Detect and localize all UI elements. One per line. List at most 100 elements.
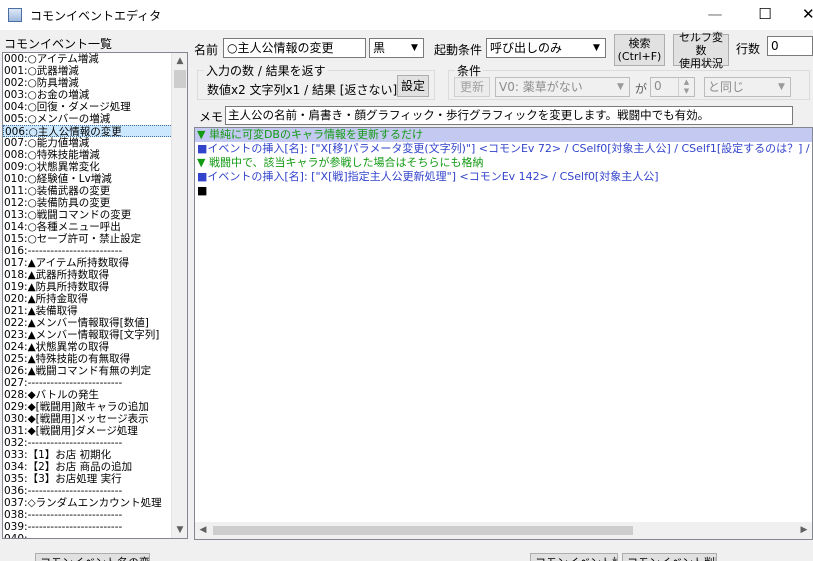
event-list-item[interactable]: 025:▲特殊技能の有無取得 — [3, 353, 173, 365]
event-list-item[interactable]: 029:◆[戦闘用]敵キャラの追加 — [3, 401, 173, 413]
trigger-label: 起動条件 — [434, 43, 483, 57]
scroll-down-icon[interactable]: ▼ — [172, 522, 187, 538]
scroll-right-icon[interactable]: ▶ — [796, 522, 812, 539]
event-list-item[interactable]: 032:------------------------- — [3, 437, 173, 449]
condition-ga-label: が — [635, 82, 648, 96]
condition-compare-value: と同じ — [708, 80, 745, 94]
horizontal-scroll-thumb[interactable] — [213, 526, 633, 535]
chevron-down-icon: ▼ — [612, 78, 629, 96]
event-list-item[interactable]: 010:○経験値・Lv増減 — [3, 173, 173, 185]
event-list-item[interactable]: 036:------------------------- — [3, 485, 173, 497]
event-list-item[interactable]: 005:○メンバーの増減 — [3, 113, 173, 125]
close-icon[interactable]: ✕ — [792, 0, 813, 30]
event-list-item[interactable]: 030:◆[戦闘用]メッセージ表示 — [3, 413, 173, 425]
event-list-item[interactable]: 004:○回復・ダメージ処理 — [3, 101, 173, 113]
search-button[interactable]: 検索 (Ctrl+F) — [614, 34, 665, 66]
condition-compare-select[interactable]: と同じ ▼ — [704, 77, 791, 97]
self-variable-usage-button[interactable]: セルフ変数 使用状況 — [673, 30, 729, 70]
title-bar: コモンイベントエディタ — ☐ ✕ — [0, 0, 813, 30]
event-list-item[interactable]: 019:▲防具所持数取得 — [3, 281, 173, 293]
event-command-row[interactable]: ■イベントの挿入[名]: ["X[移]パラメータ変更(文字列)"] <コモンEv… — [195, 142, 812, 156]
name-input[interactable]: ○主人公情報の変更 — [223, 38, 366, 58]
memo-label: メモ — [199, 110, 224, 124]
event-list-item[interactable]: 007:○能力値増減 — [3, 137, 173, 149]
event-list-item[interactable]: 035:【3】お店処理 実行 — [3, 473, 173, 485]
rename-common-event-button[interactable]: コモンイベント名の変更 — [35, 553, 150, 561]
event-list-item[interactable]: 022:▲メンバー情報取得[数値] — [3, 317, 173, 329]
scroll-left-icon[interactable]: ◀ — [195, 522, 211, 539]
rows-label: 行数 — [736, 42, 761, 56]
event-list-item[interactable]: 040:------------------------- — [3, 533, 173, 538]
event-command-list[interactable]: ▼ 単純に可変DBのキャラ情報を更新するだけ ■イベントの挿入[名]: ["X[移… — [194, 127, 813, 540]
event-list-item[interactable]: 015:○セーブ許可・禁止設定 — [3, 233, 173, 245]
trigger-select[interactable]: 呼び出しのみ ▼ — [486, 38, 606, 58]
event-list-item[interactable]: 012:○装備防具の変更 — [3, 197, 173, 209]
event-list-item[interactable]: 038:------------------------- — [3, 509, 173, 521]
color-select-value: 黒 — [373, 41, 386, 55]
event-list-item[interactable]: 006:○主人公情報の変更 — [3, 125, 173, 137]
chevron-down-icon: ▼ — [773, 78, 790, 96]
condition-update-button[interactable]: 更新 — [454, 77, 490, 97]
event-list-item[interactable]: 023:▲メンバー情報取得[文字列] — [3, 329, 173, 341]
window-title: コモンイベントエディタ — [30, 9, 162, 23]
event-list-item[interactable]: 008:○特殊技能増減 — [3, 149, 173, 161]
delete-common-event-button[interactable]: コモンイベント削除 — [622, 553, 717, 561]
self-variable-label-1: セルフ変数 — [679, 30, 723, 57]
maximize-icon[interactable]: ☐ — [742, 0, 788, 30]
event-list-item[interactable]: 000:○アイテム増減 — [3, 53, 173, 65]
search-button-shortcut: (Ctrl+F) — [617, 50, 662, 63]
event-list-item[interactable]: 026:▲戦闘コマンド有無の判定 — [3, 365, 173, 377]
event-list-item[interactable]: 009:○状態異常変化 — [3, 161, 173, 173]
scroll-up-icon[interactable]: ▲ — [172, 53, 187, 69]
name-label: 名前 — [194, 43, 219, 57]
common-event-settings-button[interactable]: コモンイベント設定 — [530, 553, 618, 561]
event-list-item[interactable]: 013:○戦闘コマンドの変更 — [3, 209, 173, 221]
event-list-item[interactable]: 028:◆バトルの発生 — [3, 389, 173, 401]
event-command-row[interactable]: ■イベントの挿入[名]: ["X[戦]指定主人公更新処理"] <コモンEv 14… — [195, 170, 812, 184]
event-command-row[interactable]: ▼ 単純に可変DBのキャラ情報を更新するだけ — [195, 128, 812, 142]
event-list-scrollbar[interactable]: ▲ ▼ — [171, 53, 187, 538]
search-button-label: 検索 — [628, 37, 651, 50]
command-rows: ▼ 単純に可変DBのキャラ情報を更新するだけ ■イベントの挿入[名]: ["X[移… — [195, 128, 812, 198]
event-list-item[interactable]: 021:▲装備取得 — [3, 305, 173, 317]
condition-value-spinner[interactable]: 0 ▲ ▼ — [650, 77, 695, 97]
app-icon — [8, 8, 22, 22]
trigger-select-value: 呼び出しのみ — [490, 41, 563, 55]
event-command-row[interactable]: ■ — [195, 184, 812, 198]
event-command-row[interactable]: ▼ 戦闘中で、該当キャラが参戦した場合はそちらにも格納 — [195, 156, 812, 170]
color-select[interactable]: 黒 ▼ — [369, 38, 424, 58]
event-list-item[interactable]: 018:▲武器所持数取得 — [3, 269, 173, 281]
event-list-rows: 000:○アイテム増減 001:○武器増減 002:○防具増減 003:○お金の増減 0… — [3, 53, 173, 538]
scroll-thumb[interactable] — [174, 70, 186, 88]
horizontal-scrollbar[interactable]: ◀ ▶ — [195, 522, 812, 539]
event-list-item[interactable]: 017:▲アイテム所持数取得 — [3, 257, 173, 269]
event-list-item[interactable]: 014:○各種メニュー呼出 — [3, 221, 173, 233]
io-summary: 数値x2 文字列x1 / 結果 [返さない] — [207, 83, 398, 97]
minimize-icon[interactable]: — — [692, 0, 738, 30]
event-list-item[interactable]: 016:------------------------- — [3, 245, 173, 257]
rows-input[interactable]: 0 — [767, 36, 813, 56]
event-list-item[interactable]: 039:------------------------- — [3, 521, 173, 533]
event-list-item[interactable]: 027:------------------------- — [3, 377, 173, 389]
event-list-item[interactable]: 001:○武器増減 — [3, 65, 173, 77]
event-list-item[interactable]: 011:○装備武器の変更 — [3, 185, 173, 197]
io-settings-button[interactable]: 設定 — [397, 75, 429, 97]
event-list-item[interactable]: 024:▲状態異常の取得 — [3, 341, 173, 353]
event-list-item[interactable]: 034:【2】お店 商品の追加 — [3, 461, 173, 473]
event-list-item[interactable]: 037:◇ランダムエンカウント処理 — [3, 497, 173, 509]
self-variable-label-2: 使用状況 — [679, 56, 723, 70]
event-list-item[interactable]: 031:◆[戦闘用]ダメージ処理 — [3, 425, 173, 437]
event-list-item[interactable]: 002:○防具増減 — [3, 77, 173, 89]
condition-value: 0 — [654, 79, 662, 93]
event-list-item[interactable]: 020:▲所持金取得 — [3, 293, 173, 305]
chevron-down-icon: ▼ — [406, 39, 423, 57]
condition-variable-select[interactable]: V0: 薬草がない ▼ — [495, 77, 630, 97]
event-list[interactable]: 000:○アイテム増減 001:○武器増減 002:○防具増減 003:○お金の増減 0… — [2, 52, 188, 539]
bottom-bar: コモンイベント名の変更 コモンイベント設定 コモンイベント削除 — [0, 547, 813, 561]
event-list-label: コモンイベント一覧 — [4, 37, 113, 51]
spinner-arrows-icon[interactable]: ▲ ▼ — [678, 78, 694, 96]
io-group-title: 入力の数 / 結果を返す — [204, 62, 328, 79]
event-list-item[interactable]: 033:【1】お店 初期化 — [3, 449, 173, 461]
event-list-item[interactable]: 003:○お金の増減 — [3, 89, 173, 101]
memo-input[interactable]: 主人公の名前・肩書き・顔グラフィック・歩行グラフィックを変更します。戦闘中でも有… — [225, 106, 793, 125]
